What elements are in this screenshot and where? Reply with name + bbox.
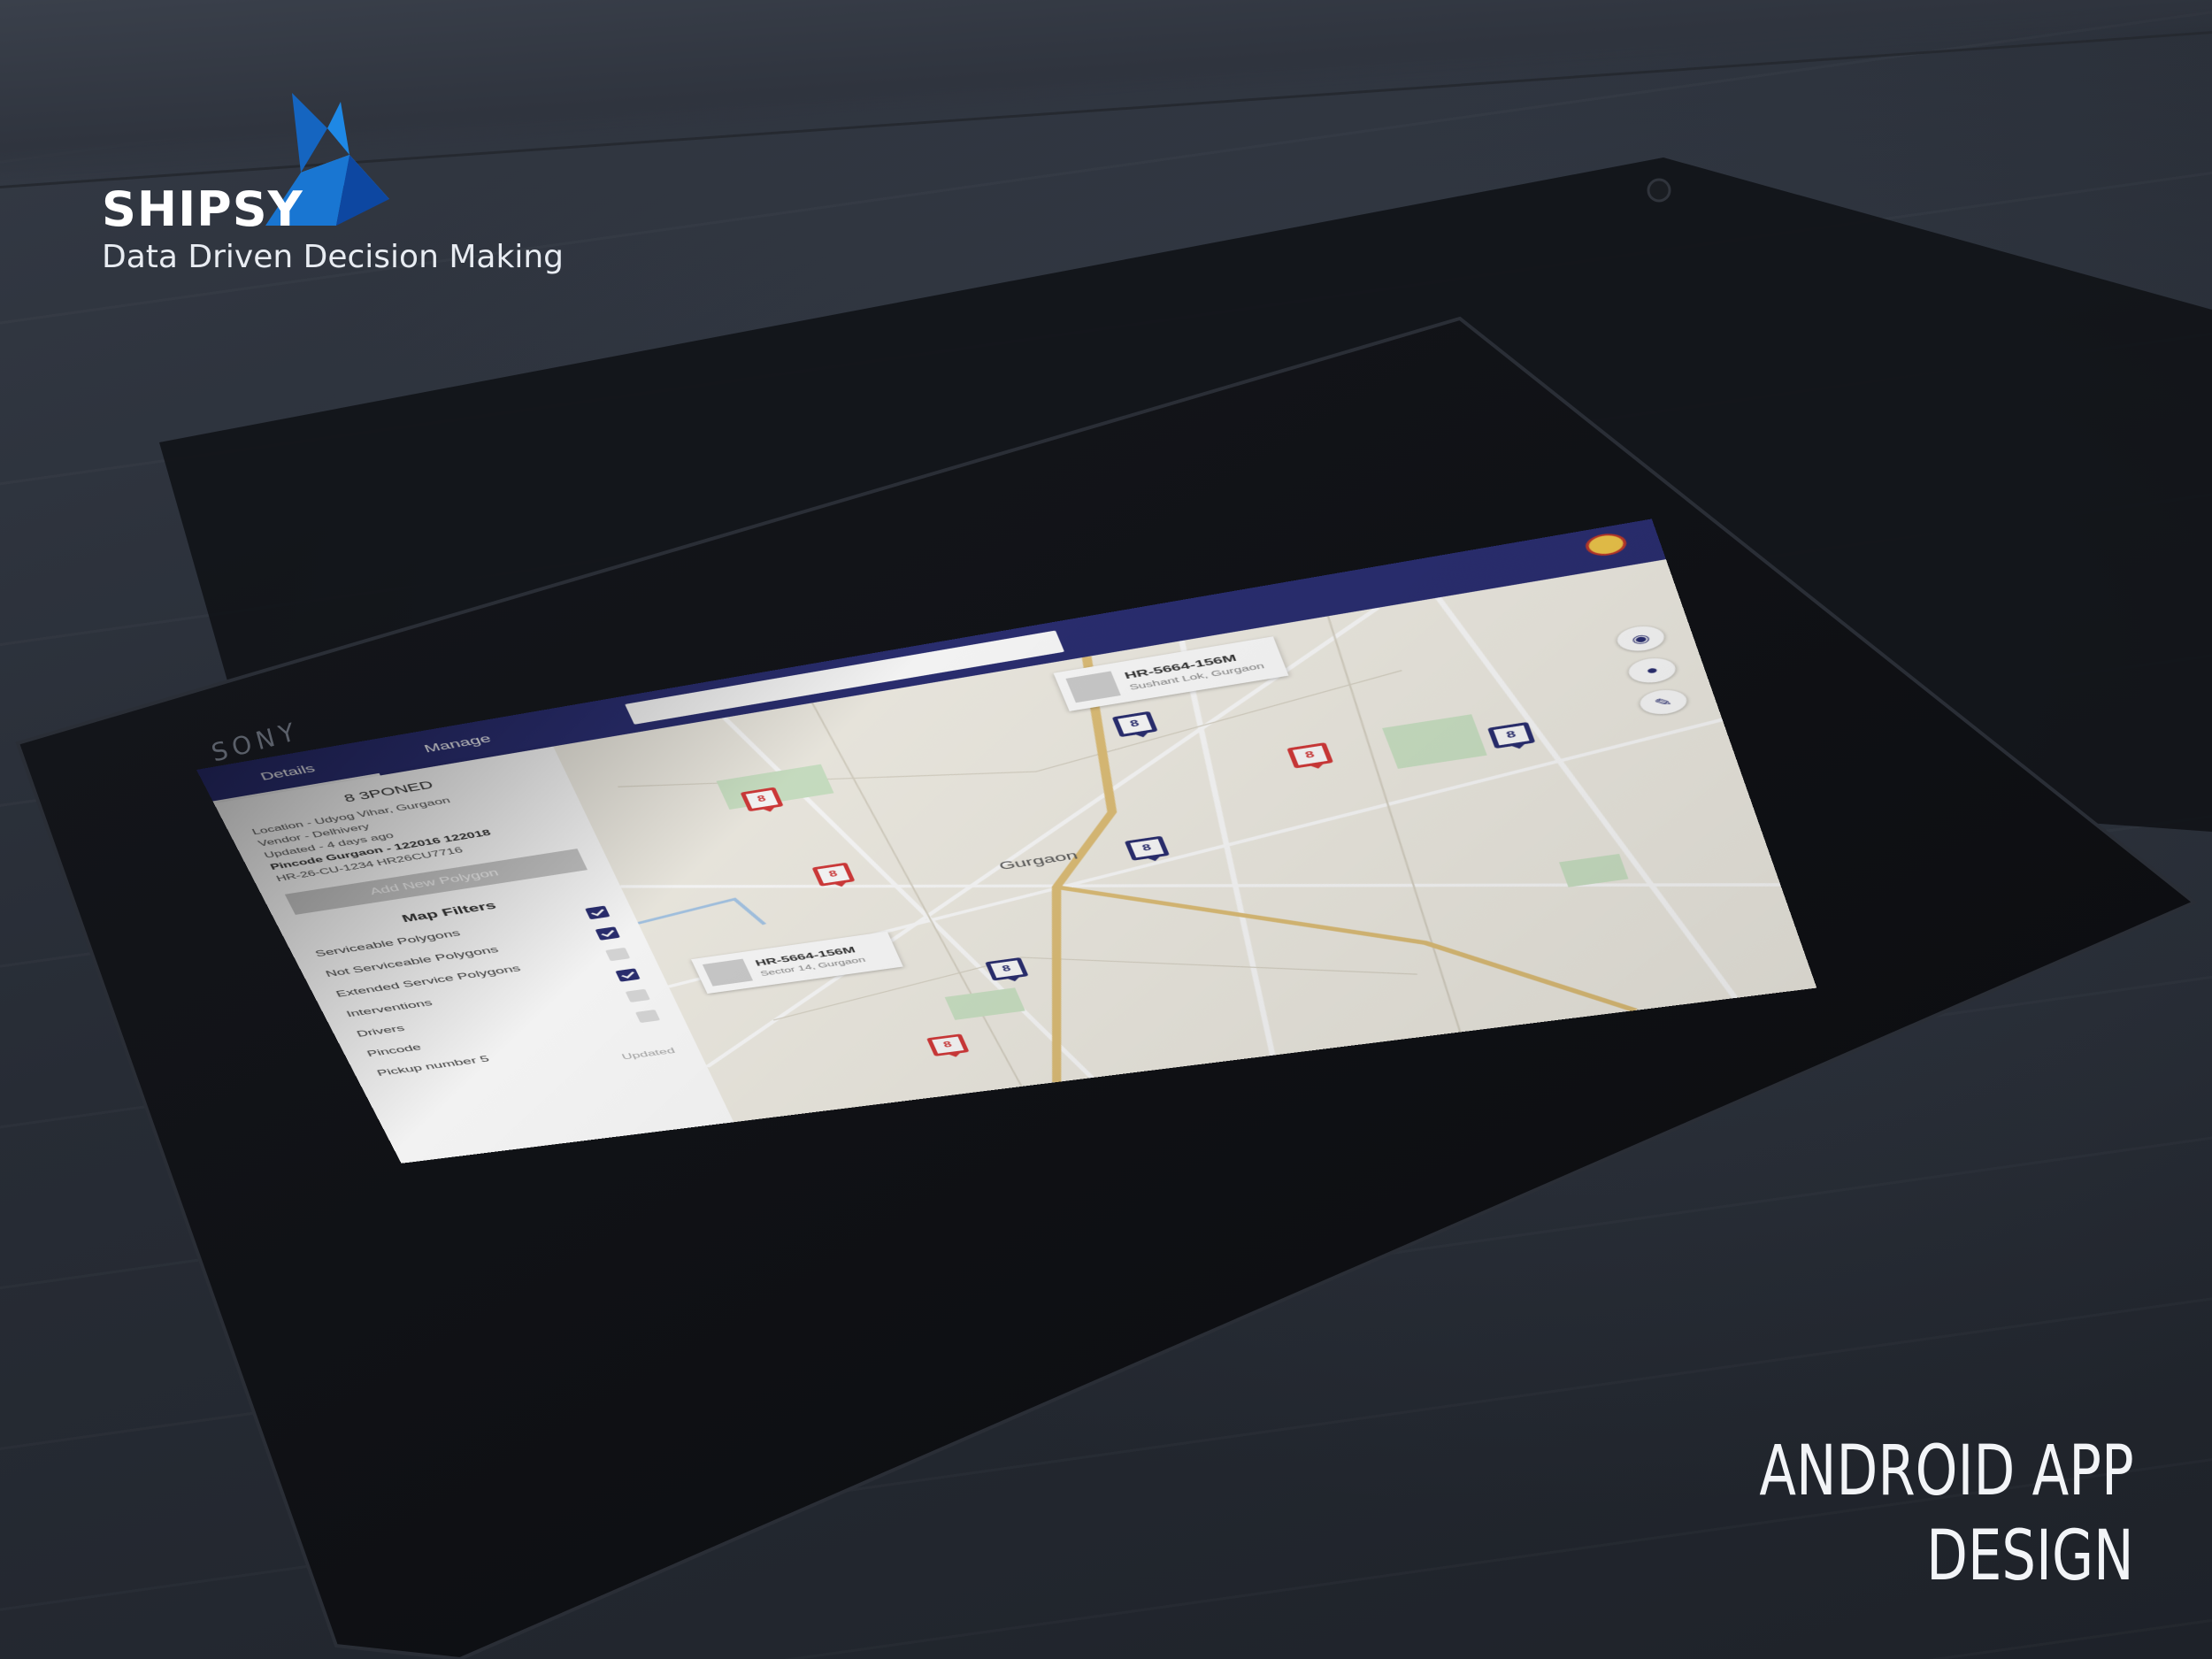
filter-checkbox[interactable] — [595, 926, 620, 941]
brand-tagline: Data Driven Decision Making — [102, 239, 564, 275]
filter-checkbox[interactable] — [605, 947, 631, 962]
callout-thumbnail — [1065, 671, 1121, 703]
filter-checkbox[interactable] — [634, 1009, 661, 1024]
pin-glyph: 8 — [1128, 718, 1141, 729]
pin-glyph: 8 — [827, 869, 840, 879]
filter-checkbox[interactable] — [625, 988, 650, 1002]
pin-glyph: 8 — [1505, 730, 1517, 741]
tab-label: Manage — [421, 732, 494, 756]
brand-name: SHIPSY — [102, 181, 303, 237]
page-caption: ANDROID APP DESIGN — [1760, 1429, 2134, 1599]
avatar[interactable] — [1582, 531, 1630, 559]
pin-glyph: 8 — [1141, 843, 1153, 853]
caption-line-2: DESIGN — [1926, 1517, 2134, 1596]
caption-line-1: ANDROID APP — [1759, 1432, 2134, 1511]
pin-glyph: 8 — [1001, 964, 1013, 974]
callout-thumbnail — [702, 958, 754, 987]
header-user[interactable] — [1582, 531, 1630, 559]
pin-glyph: 8 — [756, 794, 768, 804]
filter-label: Pincode — [365, 1042, 424, 1059]
camera-icon — [1647, 178, 1671, 203]
tab-label: Details — [257, 762, 318, 783]
filter-checkbox[interactable] — [615, 968, 641, 982]
brand-block: SHIPSY Data Driven Decision Making — [102, 93, 564, 288]
filter-checkbox[interactable] — [585, 905, 611, 920]
filter-label: Drivers — [355, 1023, 407, 1040]
pin-glyph: 8 — [1303, 749, 1317, 761]
filter-label: Interventions — [344, 997, 434, 1019]
pin-glyph: 8 — [941, 1040, 954, 1049]
